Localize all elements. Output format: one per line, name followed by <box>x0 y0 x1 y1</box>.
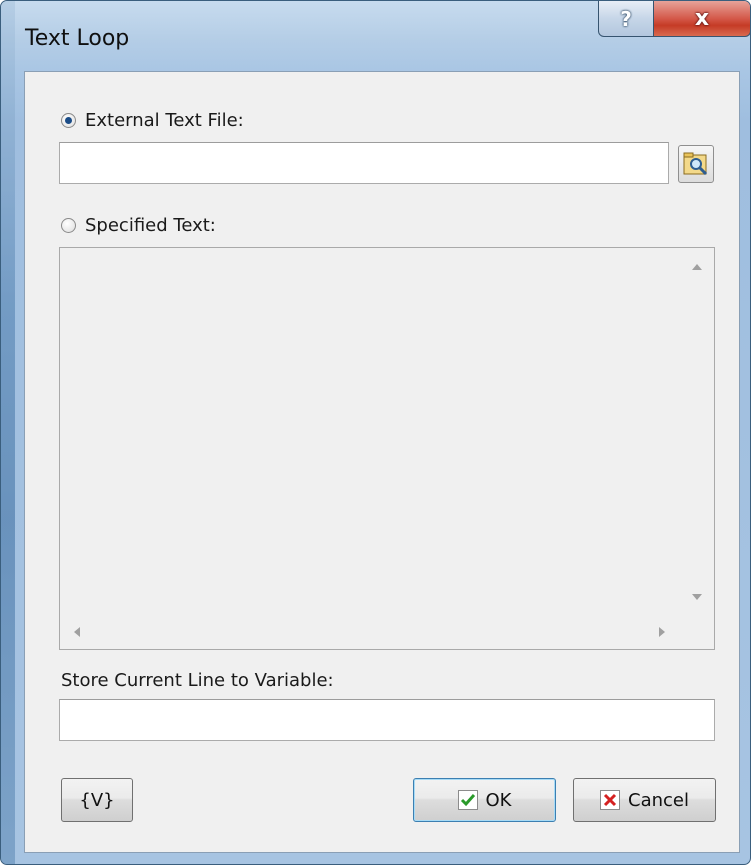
dialog-window: Text Loop ? x External Text File: Specif… <box>0 0 751 865</box>
horizontal-scrollbar[interactable] <box>60 616 681 649</box>
specified-text-option[interactable]: Specified Text: <box>61 215 216 236</box>
store-variable-input[interactable] <box>59 699 715 741</box>
specified-text-area[interactable] <box>59 247 715 650</box>
variables-button[interactable]: {V} <box>61 778 133 822</box>
ok-button-label: OK <box>485 789 512 811</box>
external-text-file-input[interactable] <box>59 142 669 184</box>
scrollbar-corner <box>681 616 714 649</box>
external-text-file-label: External Text File: <box>85 110 244 131</box>
store-variable-label: Store Current Line to Variable: <box>61 670 334 691</box>
specified-text-label: Specified Text: <box>85 215 216 236</box>
scroll-up-icon[interactable] <box>692 264 702 270</box>
scroll-down-icon[interactable] <box>692 594 702 600</box>
cancel-button[interactable]: Cancel <box>573 778 716 822</box>
variables-button-label: {V} <box>79 789 115 811</box>
browse-file-button[interactable] <box>678 145 714 183</box>
checkmark-icon <box>457 790 478 810</box>
vertical-scrollbar[interactable] <box>681 248 714 616</box>
scroll-right-icon[interactable] <box>659 627 665 637</box>
help-button[interactable]: ? <box>598 1 654 37</box>
specified-text-radio[interactable] <box>61 218 76 233</box>
browse-folder-icon <box>683 152 708 176</box>
cancel-x-icon <box>600 790 620 810</box>
scroll-left-icon[interactable] <box>74 627 80 637</box>
help-icon: ? <box>620 6 632 31</box>
cancel-button-label: Cancel <box>628 789 689 811</box>
ok-button[interactable]: OK <box>413 778 556 822</box>
dialog-client: External Text File: Specified Text: Stor… <box>24 71 740 853</box>
external-text-file-radio[interactable] <box>61 113 76 128</box>
window-title: Text Loop <box>25 26 130 51</box>
close-button[interactable]: x <box>653 1 750 37</box>
close-icon: x <box>694 6 710 31</box>
external-text-file-option[interactable]: External Text File: <box>61 110 244 131</box>
